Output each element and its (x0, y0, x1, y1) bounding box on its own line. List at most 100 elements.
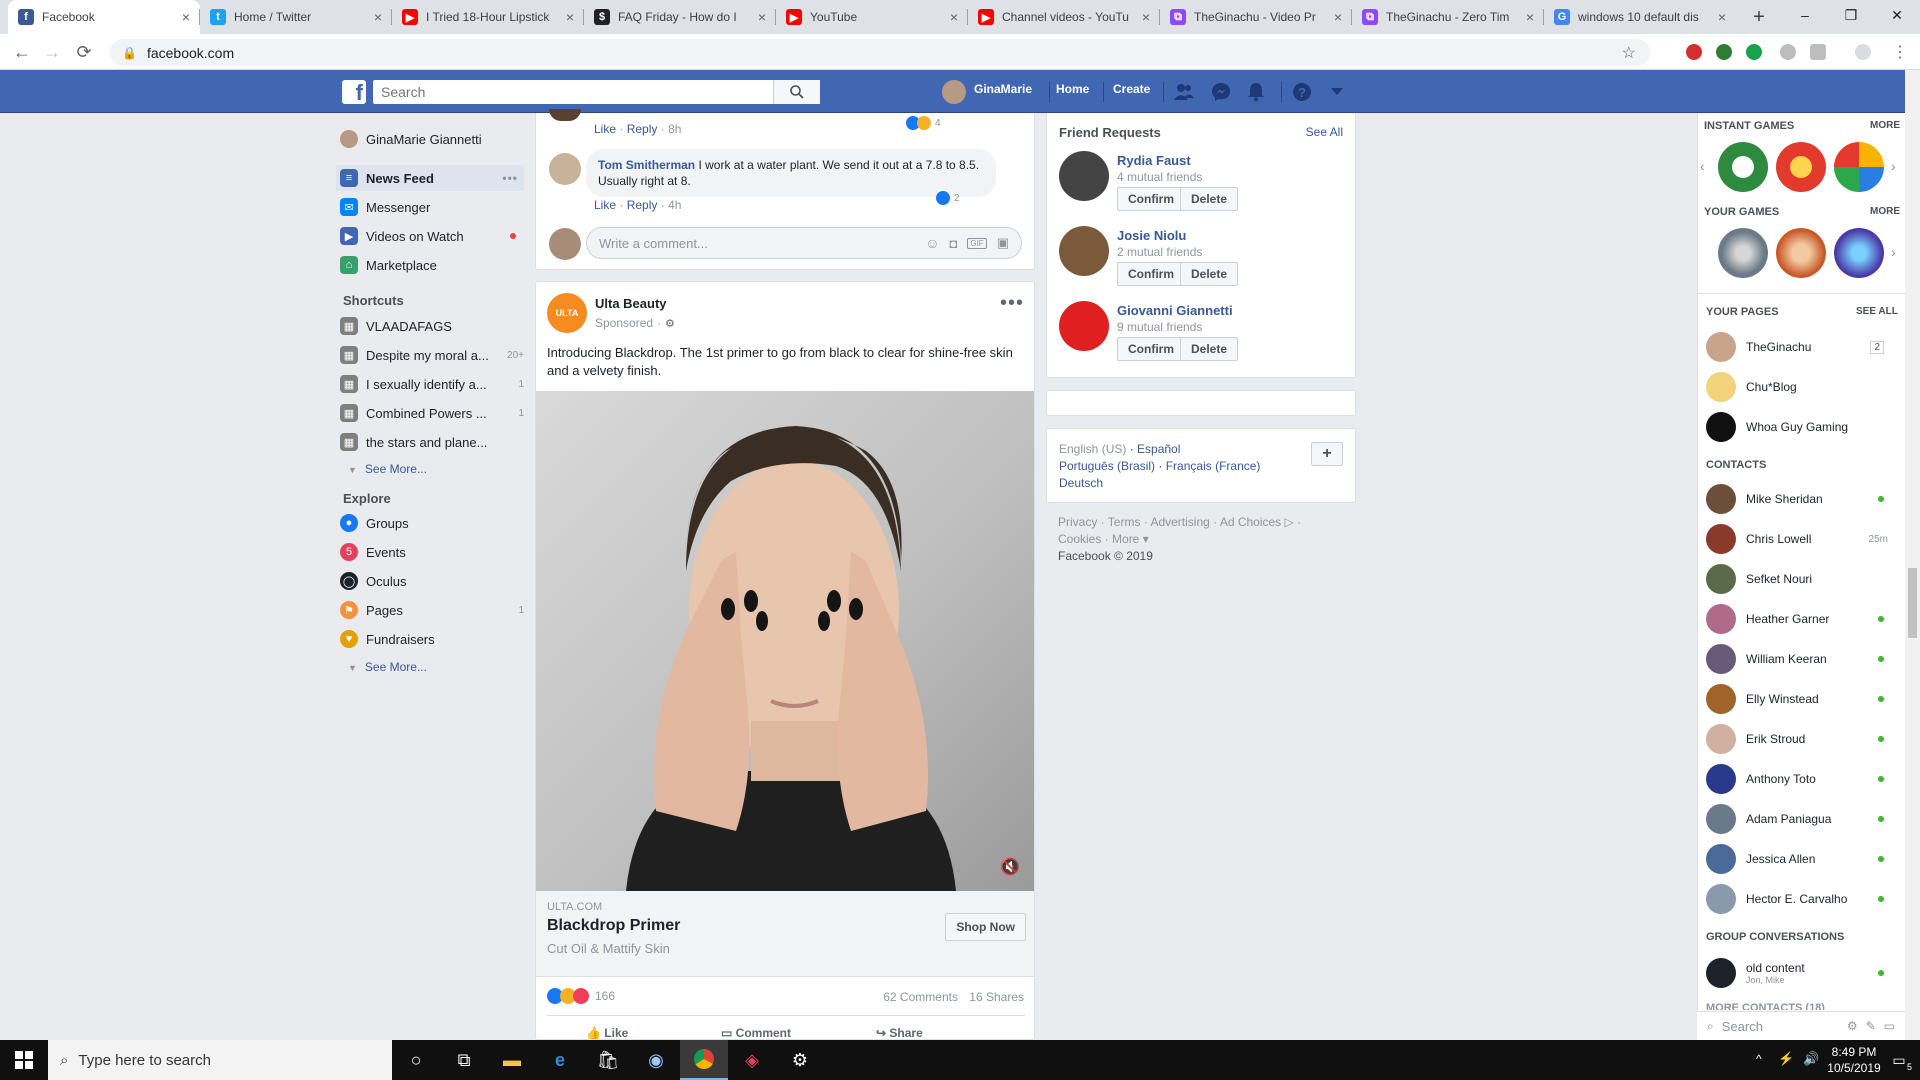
notifications-bell-icon[interactable] (1245, 81, 1267, 103)
bubble-game-icon[interactable] (1834, 228, 1884, 278)
write-comment-input[interactable]: Write a comment... ☺ ◘ GIF ▣ (586, 227, 1022, 259)
clock[interactable]: 8:49 PM 10/5/2019 (1824, 1044, 1884, 1076)
comment-time[interactable]: 4h (668, 198, 681, 212)
shortcut-item[interactable]: ▦ I sexually identify a... 1 (340, 371, 524, 397)
edge-browser-icon[interactable]: e (536, 1040, 584, 1080)
shortcut-item[interactable]: ▦ VLAADAFAGS (340, 313, 524, 339)
profile-avatar-icon[interactable] (1855, 44, 1871, 60)
close-tab-icon[interactable]: × (950, 9, 958, 25)
volume-icon[interactable]: 🔊 (1803, 1051, 1819, 1067)
left-nav-item[interactable]: ≡ News Feed ••• (336, 165, 524, 191)
contact-item[interactable]: Chris Lowell 25m (1706, 523, 1896, 555)
account-dropdown-icon[interactable] (1326, 81, 1348, 103)
avatar[interactable] (549, 153, 581, 185)
explore-item[interactable]: ⚑ Pages 1 (340, 597, 524, 623)
extension-icon[interactable] (1746, 44, 1762, 60)
extension-icon[interactable] (1810, 44, 1826, 60)
like-link[interactable]: Like (594, 198, 616, 212)
contact-item[interactable]: Adam Paniagua (1706, 803, 1896, 835)
maximize-window-icon[interactable]: ❐ (1828, 0, 1874, 30)
facebook-search-input[interactable] (373, 80, 820, 104)
contact-item[interactable]: Jessica Allen (1706, 843, 1896, 875)
explore-item[interactable]: ♥ Fundraisers (340, 626, 524, 652)
settings-icon[interactable]: ⚙ (776, 1040, 824, 1080)
shortcut-item[interactable]: ▦ Combined Powers ... 1 (340, 400, 524, 426)
language-link[interactable]: Español (1137, 442, 1180, 456)
chevron-right-icon[interactable]: › (1891, 158, 1896, 174)
contact-item[interactable]: Sefket Nouri (1706, 563, 1896, 595)
browser-tab[interactable]: f Facebook × (8, 0, 200, 34)
delete-request-button[interactable]: Delete (1180, 337, 1239, 361)
home-link[interactable]: Home (1056, 82, 1089, 96)
word-game-icon[interactable] (1834, 142, 1884, 192)
chevron-right-icon[interactable]: › (1891, 244, 1896, 260)
avatar[interactable] (1059, 151, 1109, 201)
page-item[interactable]: TheGinachu 2 (1706, 331, 1896, 363)
instant-games-more-link[interactable]: MORE (1870, 120, 1900, 131)
delete-request-button[interactable]: Delete (1180, 187, 1239, 211)
steam-icon[interactable]: ◉ (632, 1040, 680, 1080)
create-link[interactable]: Create (1113, 82, 1150, 96)
mutual-friends-text[interactable]: 4 mutual friends (1117, 170, 1202, 184)
address-bar[interactable]: 🔒 facebook.com ☆ (110, 39, 1650, 66)
share-button[interactable]: ↪ Share (876, 1026, 923, 1039)
forward-button[interactable]: → (40, 40, 64, 64)
contact-item[interactable]: Erik Stroud (1706, 723, 1896, 755)
file-explorer-icon[interactable]: ▬ (488, 1040, 536, 1080)
emoji-icon[interactable]: ☺ (925, 235, 939, 251)
comment-button[interactable]: ▭ Comment (721, 1026, 791, 1039)
language-link[interactable]: Français (France) (1166, 459, 1261, 473)
explore-item[interactable]: ● Groups (340, 510, 524, 536)
extension-icon[interactable] (1780, 44, 1796, 60)
group-conversation-item[interactable]: old content Jon, Mike (1706, 955, 1896, 991)
bookmark-star-icon[interactable]: ☆ (1622, 43, 1636, 63)
footer-links-row[interactable]: Privacy · Terms · Advertising · Ad Choic… (1058, 515, 1301, 529)
friend-name-link[interactable]: Rydia Faust (1117, 153, 1191, 168)
friend-requests-icon[interactable] (1173, 81, 1195, 103)
close-tab-icon[interactable]: × (566, 9, 574, 25)
comment-time[interactable]: 8h (668, 122, 681, 136)
shortcut-item[interactable]: ▦ the stars and plane... (340, 429, 524, 455)
solitaire-game-icon[interactable] (1718, 142, 1768, 192)
comments-count-link[interactable]: 62 Comments (883, 990, 958, 1004)
footer-links-row[interactable]: Cookies · More ▾ (1058, 532, 1149, 546)
camera-icon[interactable]: ◘ (950, 236, 958, 251)
reload-button[interactable]: ⟳ (72, 40, 96, 64)
reaction-summary[interactable]: 2 (936, 191, 960, 205)
page-item[interactable]: Whoa Guy Gaming (1706, 411, 1896, 443)
close-tab-icon[interactable]: × (758, 9, 766, 25)
explore-item[interactable]: ◯ Oculus (340, 568, 524, 594)
scrollbar-thumb[interactable] (1908, 568, 1917, 638)
chrome-icon[interactable] (680, 1040, 728, 1080)
like-button[interactable]: 👍 Like (586, 1026, 628, 1039)
browser-tab[interactable]: Gwindows 10 default dis × (1544, 0, 1736, 34)
close-tab-icon[interactable]: × (182, 9, 190, 25)
contact-item[interactable]: Anthony Toto (1706, 763, 1896, 795)
shares-count-link[interactable]: 16 Shares (969, 990, 1024, 1004)
new-tab-button[interactable]: + (1744, 0, 1774, 34)
ad-image[interactable]: 🔇 (536, 391, 1034, 891)
left-nav-item[interactable]: ▶ Videos on Watch (340, 223, 524, 249)
profile-name-link[interactable]: GinaMarie (974, 82, 1032, 96)
slots-game-icon[interactable] (1776, 142, 1826, 192)
mutual-friends-text[interactable]: 9 mutual friends (1117, 320, 1202, 334)
shop-now-button[interactable]: Shop Now (945, 913, 1026, 941)
close-tab-icon[interactable]: × (1142, 9, 1150, 25)
chevron-left-icon[interactable]: ‹ (1700, 158, 1705, 174)
cortana-icon[interactable]: ○ (392, 1040, 440, 1080)
your-games-more-link[interactable]: MORE (1870, 206, 1900, 217)
left-nav-item[interactable]: ✉ Messenger (340, 194, 524, 220)
see-all-requests-link[interactable]: See All (1306, 125, 1343, 139)
task-view-icon[interactable]: ⧉ (440, 1040, 488, 1080)
help-icon[interactable]: ? (1291, 81, 1313, 103)
contact-item[interactable]: Mike Sheridan (1706, 483, 1896, 515)
extension-icon[interactable] (1716, 44, 1732, 60)
close-tab-icon[interactable]: × (374, 9, 382, 25)
extension-icon[interactable] (1686, 44, 1702, 60)
contact-item[interactable]: Heather Garner (1706, 603, 1896, 635)
browser-tab[interactable]: ▶ YouTube × (776, 0, 968, 34)
reply-link[interactable]: Reply (627, 198, 658, 212)
gif-icon[interactable]: GIF (967, 237, 987, 249)
sticker-icon[interactable]: ▣ (997, 235, 1009, 251)
contact-item[interactable]: Elly Winstead (1706, 683, 1896, 715)
